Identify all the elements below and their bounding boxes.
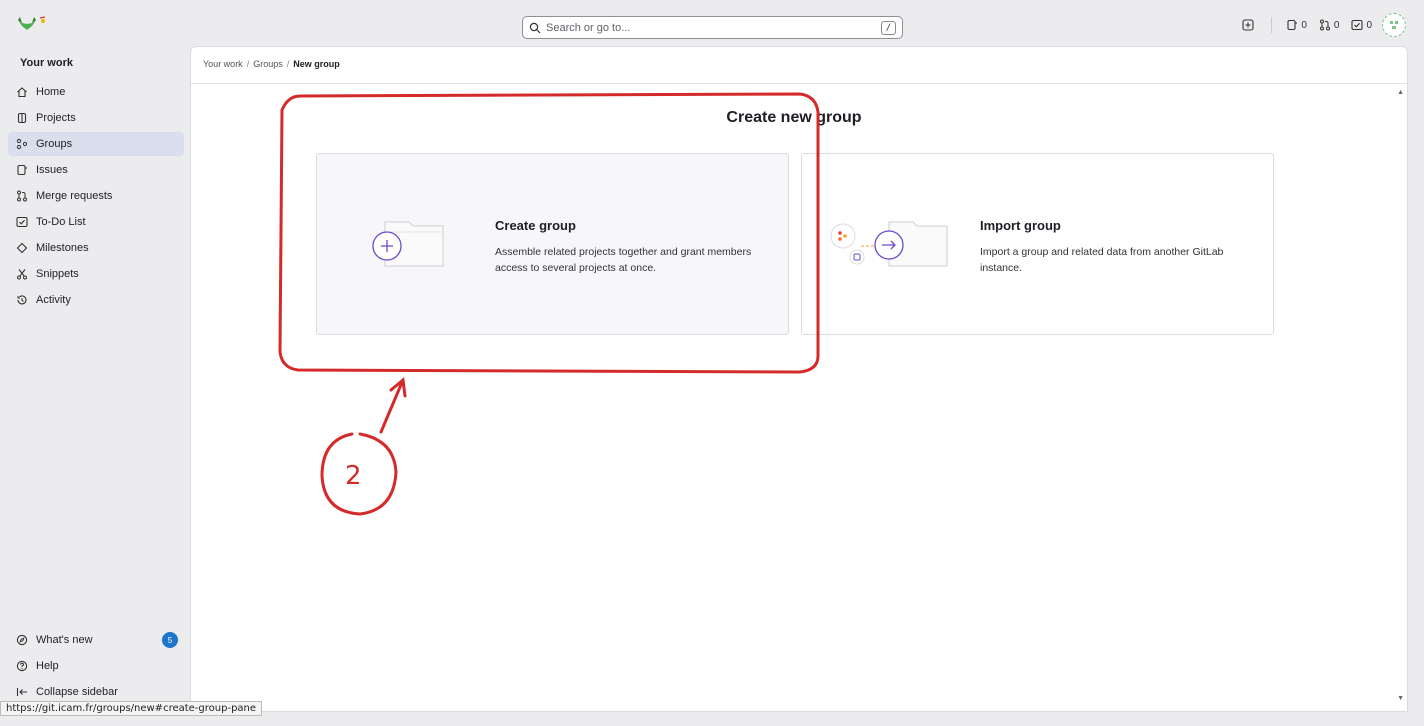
- snippet-icon: [17, 269, 27, 280]
- breadcrumb: Your work / Groups / New group: [203, 59, 340, 69]
- sidebar-title: Your work: [20, 57, 73, 69]
- sidebar-item-groups[interactable]: Groups: [8, 132, 184, 156]
- history-icon: [17, 295, 27, 305]
- issues-icon: [1287, 19, 1298, 31]
- sidebar-item-todo[interactable]: To-Do List: [8, 210, 184, 234]
- create-group-title: Create group: [495, 218, 576, 233]
- top-bar: Search or go to... / 0 0 0: [0, 0, 1424, 48]
- main-content: Your work / Groups / New group ▲ ▼ Creat…: [190, 46, 1408, 712]
- import-group-title: Import group: [980, 218, 1061, 233]
- scroll-up-arrow-icon[interactable]: ▲: [1397, 89, 1404, 96]
- search-shortcut-key: /: [881, 20, 896, 35]
- top-right-actions: 0 0 0: [1230, 13, 1406, 37]
- sidebar-item-label: Home: [36, 86, 66, 98]
- sidebar-item-label: Snippets: [36, 268, 79, 280]
- status-url-bar: https://git.icam.fr/groups/new#create-gr…: [0, 701, 263, 716]
- sidebar-item-projects[interactable]: Projects: [8, 106, 184, 130]
- scroll-down-arrow-icon[interactable]: ▼: [1397, 695, 1404, 702]
- page-title: Create new group: [726, 109, 862, 126]
- avatar-pattern-icon: [1390, 21, 1398, 29]
- import-group-description: Import a group and related data from ano…: [980, 246, 1224, 274]
- gitlab-logo[interactable]: [16, 12, 52, 36]
- sidebar-item-label: Merge requests: [36, 190, 113, 202]
- whats-new-label: What's new: [36, 634, 93, 646]
- collapse-left-icon: [16, 688, 27, 696]
- plus-square-icon: [1242, 19, 1254, 31]
- create-new-button[interactable]: [1242, 19, 1257, 31]
- create-group-card[interactable]: Create group Assemble related projects t…: [316, 153, 789, 335]
- divider: [1271, 17, 1273, 33]
- todo-icon: [16, 216, 28, 228]
- issues-count: 0: [1301, 19, 1307, 31]
- collapse-sidebar-label: Collapse sidebar: [36, 686, 118, 698]
- help-label: Help: [36, 660, 59, 672]
- import-group-card[interactable]: Import group Import a group and related …: [801, 153, 1274, 335]
- merge-request-icon: [1319, 19, 1330, 31]
- sidebar-item-milestones[interactable]: Milestones: [8, 236, 184, 260]
- milestone-icon: [16, 242, 28, 254]
- search-icon: [529, 22, 541, 33]
- todo-icon: [1351, 19, 1363, 31]
- search-placeholder: Search or go to...: [546, 21, 631, 34]
- sidebar-item-label: Issues: [36, 164, 68, 176]
- sidebar-item-label: Groups: [36, 138, 73, 150]
- group-icon: [16, 138, 28, 150]
- create-group-illustration: [363, 216, 453, 274]
- sidebar-item-snippets[interactable]: Snippets: [8, 262, 184, 286]
- user-avatar[interactable]: [1382, 13, 1406, 37]
- sidebar-item-label: Activity: [36, 294, 71, 306]
- breadcrumb-separator: /: [286, 59, 290, 69]
- left-sidebar: Your work Home Projects Groups Issues Me…: [0, 48, 190, 718]
- search-input[interactable]: Search or go to... /: [522, 16, 903, 39]
- project-icon: [17, 112, 27, 124]
- assigned-issues-button[interactable]: 0: [1286, 19, 1307, 31]
- breadcrumb-new-group[interactable]: New group: [293, 59, 340, 69]
- home-icon: [17, 87, 27, 98]
- breadcrumb-your-work[interactable]: Your work: [203, 59, 243, 69]
- issues-icon: [17, 164, 27, 176]
- sidebar-bottom: What's new 5 Help Collapse sidebar: [8, 628, 184, 706]
- todo-count: 0: [1366, 19, 1372, 31]
- help-button[interactable]: Help: [8, 654, 184, 678]
- todo-button[interactable]: 0: [1351, 19, 1372, 31]
- mr-count: 0: [1333, 19, 1340, 31]
- sidebar-item-label: Milestones: [36, 242, 89, 254]
- sidebar-item-home[interactable]: Home: [8, 80, 184, 104]
- merge-requests-button[interactable]: 0: [1319, 19, 1340, 31]
- breadcrumb-divider: [191, 83, 1407, 84]
- sidebar-nav: Home Projects Groups Issues Merge reques…: [8, 80, 184, 314]
- sidebar-item-activity[interactable]: Activity: [8, 288, 184, 312]
- breadcrumb-groups[interactable]: Groups: [253, 59, 283, 69]
- sidebar-item-merge-requests[interactable]: Merge requests: [8, 184, 184, 208]
- sidebar-item-issues[interactable]: Issues: [8, 158, 184, 182]
- whats-new-button[interactable]: What's new 5: [8, 628, 184, 652]
- create-group-description: Assemble related projects together and g…: [495, 246, 752, 274]
- merge-request-icon: [17, 190, 27, 202]
- compass-icon: [16, 634, 28, 646]
- whats-new-badge: 5: [162, 632, 178, 648]
- sidebar-item-label: To-Do List: [36, 216, 86, 228]
- import-group-illustration: [827, 216, 952, 274]
- question-icon: [16, 660, 28, 672]
- breadcrumb-separator: /: [246, 59, 250, 69]
- sidebar-item-label: Projects: [36, 112, 76, 124]
